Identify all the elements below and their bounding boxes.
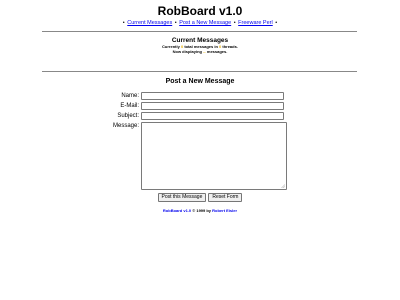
reset-form-button[interactable]: Reset Form — [208, 193, 243, 202]
displayed-count: -- — [203, 49, 206, 54]
nav-link-current-messages[interactable]: Current Messages — [127, 20, 172, 26]
message-area-wrapper — [141, 122, 287, 190]
message-textarea[interactable] — [141, 122, 287, 190]
middle-divider — [42, 71, 357, 72]
email-row: E-Mail: — [0, 102, 400, 111]
nav-link-freeware-perl[interactable]: Freeware Perl — [238, 20, 273, 26]
nav-link-post-new-message[interactable]: Post a New Message — [179, 20, 231, 26]
subject-input[interactable] — [141, 112, 284, 120]
name-input[interactable] — [141, 92, 284, 100]
subject-row: Subject: — [0, 112, 400, 121]
name-label: Name: — [121, 93, 139, 99]
nav-separator: • — [122, 20, 125, 26]
displaying-suffix: messages. — [206, 49, 228, 54]
nav-separator: • — [233, 20, 236, 26]
post-message-button[interactable]: Post this Message — [157, 193, 207, 202]
footer-product: RobBoard v1.0 — [162, 208, 192, 213]
form-buttons: Post this Message Reset Form — [0, 193, 400, 202]
nav-separator: • — [174, 20, 177, 26]
subject-label: Subject: — [117, 113, 139, 119]
email-input[interactable] — [141, 102, 284, 110]
post-message-title: Post a New Message — [165, 78, 235, 85]
message-row: Message: — [0, 122, 400, 192]
name-row: Name: — [0, 92, 400, 101]
page-title: RobBoard v1.0 — [157, 4, 243, 18]
message-label: Message: — [112, 123, 139, 129]
nav-bar: • Current Messages • Post a New Message … — [0, 20, 400, 26]
email-label: E-Mail: — [120, 103, 139, 109]
footer-copyright: © 1999 by — [192, 208, 212, 213]
resize-grip-icon[interactable] — [281, 184, 285, 188]
current-messages-title: Current Messages — [171, 37, 229, 44]
footer: RobBoard v1.0 © 1999 by Robert Eisler — [0, 208, 400, 213]
message-stats: Currently 0 total messages in 0 threads.… — [0, 44, 400, 54]
footer-author-link[interactable]: Robert Eisler — [212, 208, 237, 213]
stats-line-displaying: Now displaying -- messages. — [0, 49, 400, 54]
top-divider — [42, 31, 357, 32]
nav-separator: • — [275, 20, 278, 26]
displaying-prefix: Now displaying — [172, 49, 202, 54]
